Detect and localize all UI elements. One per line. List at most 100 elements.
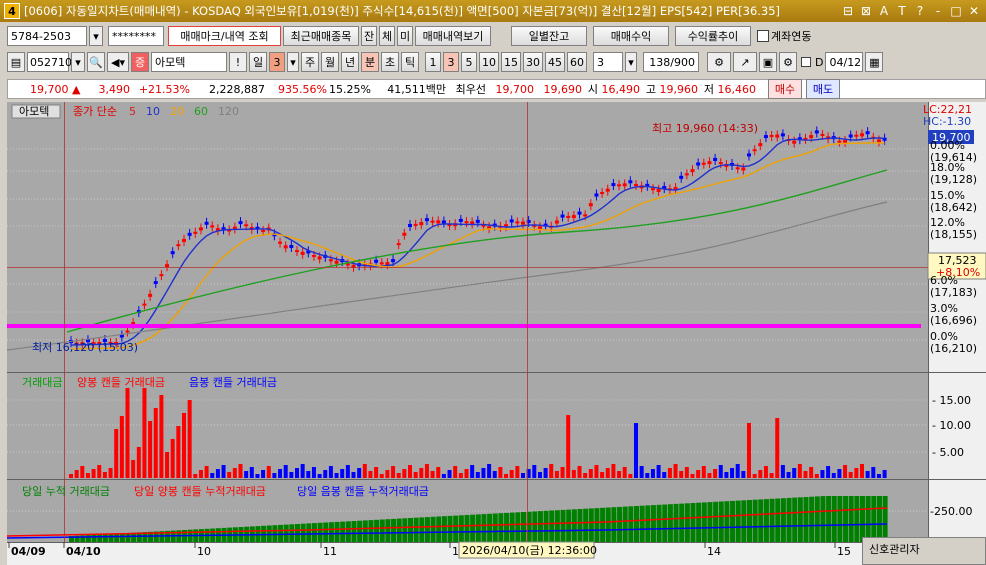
period-tick-button[interactable]: 틱 bbox=[401, 52, 419, 72]
help-icon[interactable]: ? bbox=[912, 3, 928, 19]
buy-button[interactable]: 매수 bbox=[768, 79, 802, 99]
period-dropdown-icon[interactable]: ▾ bbox=[287, 52, 299, 72]
period-year-button[interactable]: 년 bbox=[341, 52, 359, 72]
chart-menu-icon[interactable]: ▤ bbox=[7, 52, 25, 72]
trade-profit-button[interactable]: 매매수익 bbox=[593, 26, 669, 46]
minute-1-button[interactable]: 1 bbox=[425, 52, 441, 72]
account-link-checkbox[interactable]: 계좌연동 bbox=[757, 28, 811, 44]
cumulative-bar bbox=[323, 522, 329, 542]
text-icon[interactable]: T bbox=[894, 3, 910, 19]
sell-button[interactable]: 매도 bbox=[806, 79, 840, 99]
volume-bar bbox=[775, 418, 780, 478]
cumulative-bar bbox=[357, 520, 363, 542]
checkbox-box[interactable] bbox=[757, 30, 769, 42]
stock-code-input[interactable]: 052710 bbox=[27, 52, 72, 72]
speaker-icon[interactable]: ◀▾ bbox=[107, 52, 129, 72]
stock-type-icon[interactable]: 증 bbox=[131, 52, 149, 72]
period-minute-button[interactable]: 분 bbox=[361, 52, 379, 72]
settings-icon[interactable]: ⚙ bbox=[779, 52, 797, 72]
turnover: 15.25% bbox=[329, 82, 371, 96]
cumulative-bar bbox=[441, 516, 447, 542]
trade-history-button[interactable]: 매매내역보기 bbox=[415, 26, 491, 46]
change-value: 3,490 bbox=[98, 82, 131, 96]
minute-5-button[interactable]: 5 bbox=[461, 52, 477, 72]
volume-bar bbox=[295, 468, 299, 478]
code-dropdown-icon[interactable]: ▾ bbox=[71, 52, 85, 72]
window-restore-icon[interactable]: ⊟ bbox=[840, 3, 856, 19]
alert-icon[interactable]: ! bbox=[229, 52, 247, 72]
balance-button[interactable]: 잔 bbox=[361, 26, 377, 46]
page-field[interactable]: 138/900 bbox=[643, 52, 699, 72]
candle-body bbox=[588, 203, 593, 207]
volume-bar bbox=[690, 474, 695, 478]
minute-45-button[interactable]: 45 bbox=[545, 52, 565, 72]
daily-balance-button[interactable]: 일별잔고 bbox=[511, 26, 587, 46]
volume-bar bbox=[797, 464, 802, 478]
minute-15-button[interactable]: 15 bbox=[501, 52, 521, 72]
period-week-button[interactable]: 주 bbox=[301, 52, 319, 72]
password-field[interactable]: ******** bbox=[108, 26, 164, 46]
volume-bar bbox=[843, 465, 848, 478]
open-label: 시 bbox=[587, 83, 598, 96]
cumulative-bar bbox=[97, 534, 103, 542]
minute-10-button[interactable]: 10 bbox=[479, 52, 499, 72]
high-label: 고 bbox=[645, 83, 656, 96]
cumulative-bar bbox=[679, 503, 685, 542]
volume-bar bbox=[289, 472, 294, 478]
y-axis-volume-label: - 10.00 bbox=[932, 419, 971, 432]
volume-bar bbox=[114, 429, 119, 478]
candle-body bbox=[577, 211, 582, 215]
cumulative-bar bbox=[532, 511, 538, 542]
account-value: 5784-2503 bbox=[11, 29, 71, 43]
chart-tools-icon[interactable]: ⚙ bbox=[707, 52, 731, 72]
filled-button[interactable]: 체 bbox=[379, 26, 395, 46]
close-icon[interactable]: ✕ bbox=[966, 3, 982, 19]
chart-area[interactable]: 19,700 17,523 +8.10% LC:22,21 HC:-1.30 0… bbox=[6, 102, 986, 565]
account-select[interactable]: 5784-2503 bbox=[7, 26, 87, 46]
recent-items-button[interactable]: 최근매매종목 bbox=[283, 26, 359, 46]
date-field[interactable]: 04/12 bbox=[825, 52, 864, 72]
cursor-time: 2026/04/10(금) 12:36:00 bbox=[462, 544, 597, 557]
cumulative-bar bbox=[430, 516, 436, 542]
count-dropdown-icon[interactable]: ▾ bbox=[625, 52, 637, 72]
save-icon[interactable]: ▣ bbox=[759, 52, 777, 72]
x-axis-labels: 04/0904/101011121415 bbox=[8, 542, 851, 558]
minute-3-button[interactable]: 3 bbox=[443, 52, 459, 72]
count-select[interactable]: 3 bbox=[593, 52, 623, 72]
cumulative-bar bbox=[763, 499, 769, 542]
volume-bar bbox=[667, 468, 672, 478]
unfilled-button[interactable]: 미 bbox=[397, 26, 413, 46]
account-dropdown-icon[interactable]: ▾ bbox=[89, 26, 103, 46]
cumulative-bar bbox=[549, 510, 555, 542]
return-trend-button[interactable]: 수익률추이 bbox=[675, 26, 751, 46]
maximize-icon[interactable]: □ bbox=[948, 3, 964, 19]
signal-manager-panel[interactable]: 신호관리자 bbox=[862, 537, 986, 565]
indicator-icon[interactable]: ↗ bbox=[733, 52, 757, 72]
font-icon[interactable]: A bbox=[876, 3, 892, 19]
volume-bar bbox=[85, 473, 90, 478]
chart-svg[interactable]: 19,700 17,523 +8.10% LC:22,21 HC:-1.30 0… bbox=[6, 102, 986, 565]
link-icon[interactable]: ⊠ bbox=[858, 3, 874, 19]
change-pct: +21.53% bbox=[138, 82, 190, 96]
date-checkbox[interactable] bbox=[801, 57, 811, 67]
minute-30-button[interactable]: 30 bbox=[523, 52, 543, 72]
volume-bar bbox=[860, 464, 864, 478]
stock-name-field[interactable]: 아모텍 bbox=[151, 52, 227, 72]
calendar-icon[interactable]: ▦ bbox=[865, 52, 884, 72]
period-second-button[interactable]: 초 bbox=[381, 52, 399, 72]
candle-body bbox=[509, 219, 514, 223]
minute-60-button[interactable]: 60 bbox=[567, 52, 587, 72]
minimize-icon[interactable]: ‐ bbox=[930, 3, 946, 19]
candle-body bbox=[475, 219, 480, 223]
search-icon[interactable]: 🔍 bbox=[87, 52, 105, 72]
cumulative-bar bbox=[566, 509, 572, 542]
volume-bar bbox=[204, 466, 209, 478]
period-num-field[interactable]: 3 bbox=[269, 52, 285, 72]
period-month-button[interactable]: 월 bbox=[321, 52, 339, 72]
cumulative-bar bbox=[792, 497, 798, 542]
cumulative-bar bbox=[278, 524, 284, 542]
cumulative-bar bbox=[470, 514, 476, 542]
period-day-button[interactable]: 일 bbox=[249, 52, 267, 72]
app-icon: 4 bbox=[4, 3, 20, 19]
trade-mark-button[interactable]: 매매마크/내역 조회 bbox=[168, 26, 281, 46]
